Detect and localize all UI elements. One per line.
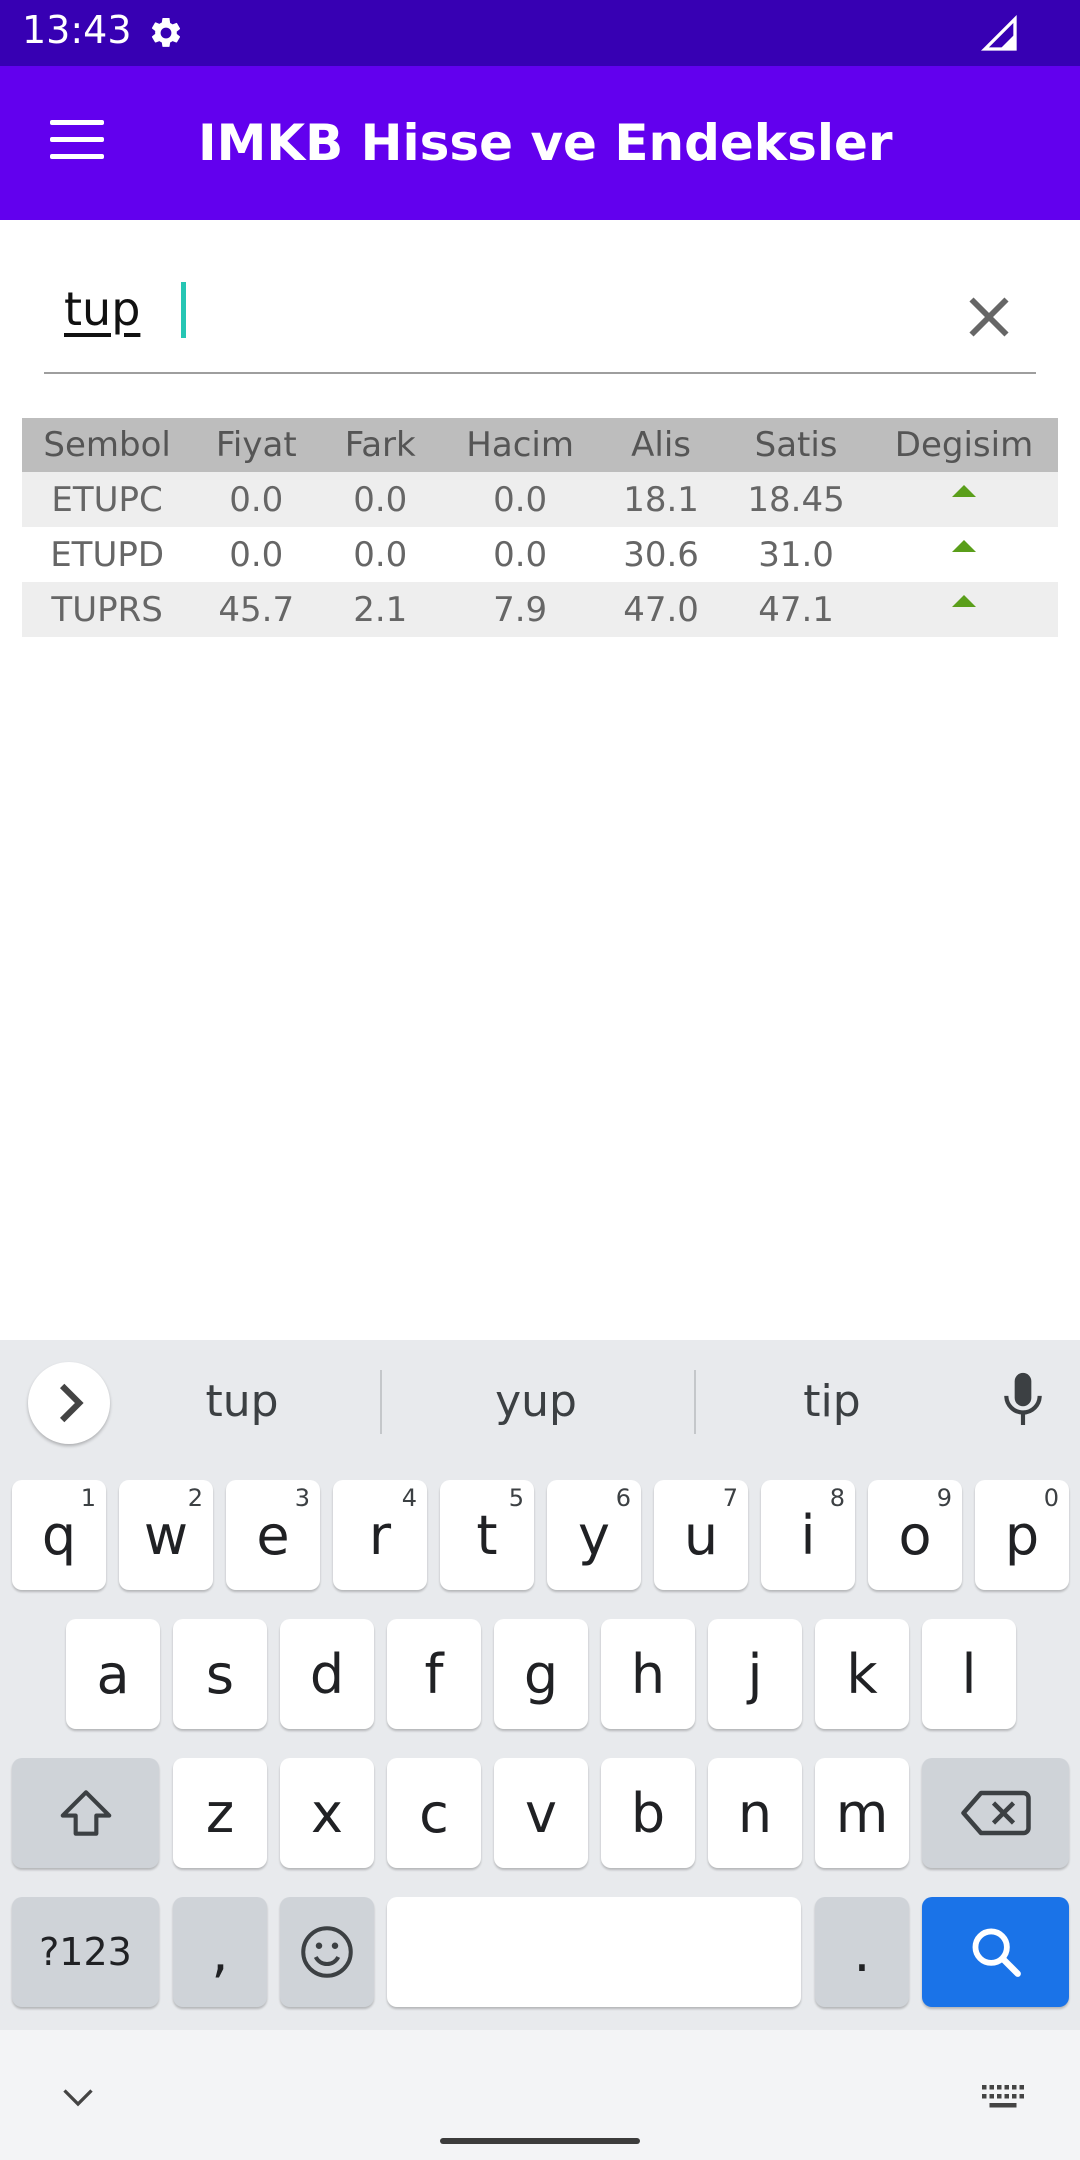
backspace-key[interactable] bbox=[922, 1758, 1069, 1868]
symbols-key[interactable]: ?123 bbox=[12, 1897, 159, 2007]
key-d[interactable]: d bbox=[280, 1619, 374, 1729]
suggestion-1[interactable]: tup bbox=[142, 1376, 342, 1427]
stock-table: Sembol Fiyat Fark Hacim Alis Satis Degis… bbox=[22, 418, 1058, 637]
column-header-alis[interactable]: Alis bbox=[600, 418, 723, 472]
key-h[interactable]: h bbox=[601, 1619, 695, 1729]
column-header-fark[interactable]: Fark bbox=[320, 418, 441, 472]
key-g[interactable]: g bbox=[494, 1619, 588, 1729]
key-p[interactable]: p0 bbox=[975, 1480, 1069, 1590]
cell-sembol: ETUPD bbox=[22, 527, 193, 582]
suggestion-strip: tup yup tip bbox=[0, 1340, 1080, 1470]
cell-satis: 47.1 bbox=[722, 582, 871, 637]
cell-fiyat: 0.0 bbox=[192, 527, 321, 582]
trend-up-icon bbox=[952, 484, 976, 497]
column-header-sembol[interactable]: Sembol bbox=[22, 418, 193, 472]
cell-hacim: 7.9 bbox=[440, 582, 601, 637]
key-k[interactable]: k bbox=[815, 1619, 909, 1729]
cell-fiyat: 45.7 bbox=[192, 582, 321, 637]
close-icon[interactable] bbox=[954, 282, 1024, 352]
keyboard-icon[interactable] bbox=[980, 2082, 1026, 2112]
navigation-bar bbox=[0, 2030, 1080, 2160]
search-icon bbox=[972, 1928, 1021, 1977]
key-m[interactable]: m bbox=[815, 1758, 909, 1868]
key-n[interactable]: n bbox=[708, 1758, 802, 1868]
cell-degisim bbox=[870, 472, 1058, 527]
column-header-degisim[interactable]: Degisim bbox=[870, 418, 1058, 472]
key-r[interactable]: r4 bbox=[333, 1480, 427, 1590]
cell-satis: 18.45 bbox=[722, 472, 871, 527]
shift-icon bbox=[60, 1790, 111, 1836]
table-header-row: Sembol Fiyat Fark Hacim Alis Satis Degis… bbox=[22, 418, 1058, 472]
home-gesture-bar[interactable] bbox=[440, 2138, 640, 2144]
key-w[interactable]: w2 bbox=[119, 1480, 213, 1590]
key-f[interactable]: f bbox=[387, 1619, 481, 1729]
cell-degisim bbox=[870, 582, 1058, 637]
cell-alis: 30.6 bbox=[600, 527, 723, 582]
cell-alis: 47.0 bbox=[600, 582, 723, 637]
comma-key[interactable]: , bbox=[173, 1897, 267, 2007]
cell-sembol: TUPRS bbox=[22, 582, 193, 637]
key-s[interactable]: s bbox=[173, 1619, 267, 1729]
cell-degisim bbox=[870, 527, 1058, 582]
period-key[interactable]: . bbox=[815, 1897, 909, 2007]
column-header-fiyat[interactable]: Fiyat bbox=[192, 418, 321, 472]
key-u[interactable]: u7 bbox=[654, 1480, 748, 1590]
cell-hacim: 0.0 bbox=[440, 472, 601, 527]
key-t[interactable]: t5 bbox=[440, 1480, 534, 1590]
key-a[interactable]: a bbox=[66, 1619, 160, 1729]
search-value: tup bbox=[64, 282, 141, 336]
table-row[interactable]: ETUPD 0.0 0.0 0.0 30.6 31.0 bbox=[22, 527, 1058, 582]
emoji-key[interactable] bbox=[280, 1897, 374, 2007]
key-e[interactable]: e3 bbox=[226, 1480, 320, 1590]
table-row[interactable]: ETUPC 0.0 0.0 0.0 18.1 18.45 bbox=[22, 472, 1058, 527]
search-input[interactable]: tup bbox=[64, 282, 140, 336]
microphone-icon[interactable] bbox=[998, 1368, 1048, 1432]
column-header-satis[interactable]: Satis bbox=[722, 418, 871, 472]
status-time: 13:43 bbox=[22, 8, 132, 52]
emoji-icon bbox=[301, 1926, 353, 1978]
key-j[interactable]: j bbox=[708, 1619, 802, 1729]
text-cursor bbox=[181, 282, 186, 338]
key-c[interactable]: c bbox=[387, 1758, 481, 1868]
suggestion-2[interactable]: yup bbox=[436, 1376, 636, 1427]
key-x[interactable]: x bbox=[280, 1758, 374, 1868]
settings-gear-icon bbox=[151, 17, 181, 47]
cell-satis: 31.0 bbox=[722, 527, 871, 582]
cell-fiyat: 0.0 bbox=[192, 472, 321, 527]
status-bar: 13:43 bbox=[0, 0, 1080, 66]
space-key[interactable] bbox=[387, 1897, 801, 2007]
cell-hacim: 0.0 bbox=[440, 527, 601, 582]
signal-icon bbox=[980, 14, 1017, 51]
shift-key[interactable] bbox=[12, 1758, 159, 1868]
table-row[interactable]: TUPRS 45.7 2.1 7.9 47.0 47.1 bbox=[22, 582, 1058, 637]
key-z[interactable]: z bbox=[173, 1758, 267, 1868]
key-y[interactable]: y6 bbox=[547, 1480, 641, 1590]
key-i[interactable]: i8 bbox=[761, 1480, 855, 1590]
trend-up-icon bbox=[952, 594, 976, 607]
search-action-key[interactable] bbox=[922, 1897, 1069, 2007]
key-q[interactable]: q1 bbox=[12, 1480, 106, 1590]
suggestion-3[interactable]: tip bbox=[732, 1376, 932, 1427]
search-field[interactable]: tup bbox=[44, 262, 1036, 374]
cell-alis: 18.1 bbox=[600, 472, 723, 527]
trend-up-icon bbox=[952, 539, 976, 552]
backspace-icon bbox=[960, 1790, 1031, 1836]
cell-sembol: ETUPC bbox=[22, 472, 193, 527]
cell-fark: 2.1 bbox=[320, 582, 441, 637]
soft-keyboard: tup yup tip q1 w2 e3 r4 t5 y6 u7 i8 o9 p… bbox=[0, 1340, 1080, 2030]
key-o[interactable]: o9 bbox=[868, 1480, 962, 1590]
key-l[interactable]: l bbox=[922, 1619, 1016, 1729]
cell-fark: 0.0 bbox=[320, 527, 441, 582]
app-bar: IMKB Hisse ve Endeksler bbox=[0, 66, 1080, 220]
suggestion-divider bbox=[380, 1370, 382, 1434]
key-v[interactable]: v bbox=[494, 1758, 588, 1868]
app-title: IMKB Hisse ve Endeksler bbox=[198, 114, 893, 172]
chevron-down-icon[interactable] bbox=[60, 2086, 96, 2110]
cell-fark: 0.0 bbox=[320, 472, 441, 527]
chevron-right-icon[interactable] bbox=[28, 1362, 110, 1444]
suggestion-divider bbox=[694, 1370, 696, 1434]
key-b[interactable]: b bbox=[601, 1758, 695, 1868]
hamburger-menu-icon[interactable] bbox=[50, 120, 104, 162]
column-header-hacim[interactable]: Hacim bbox=[440, 418, 601, 472]
